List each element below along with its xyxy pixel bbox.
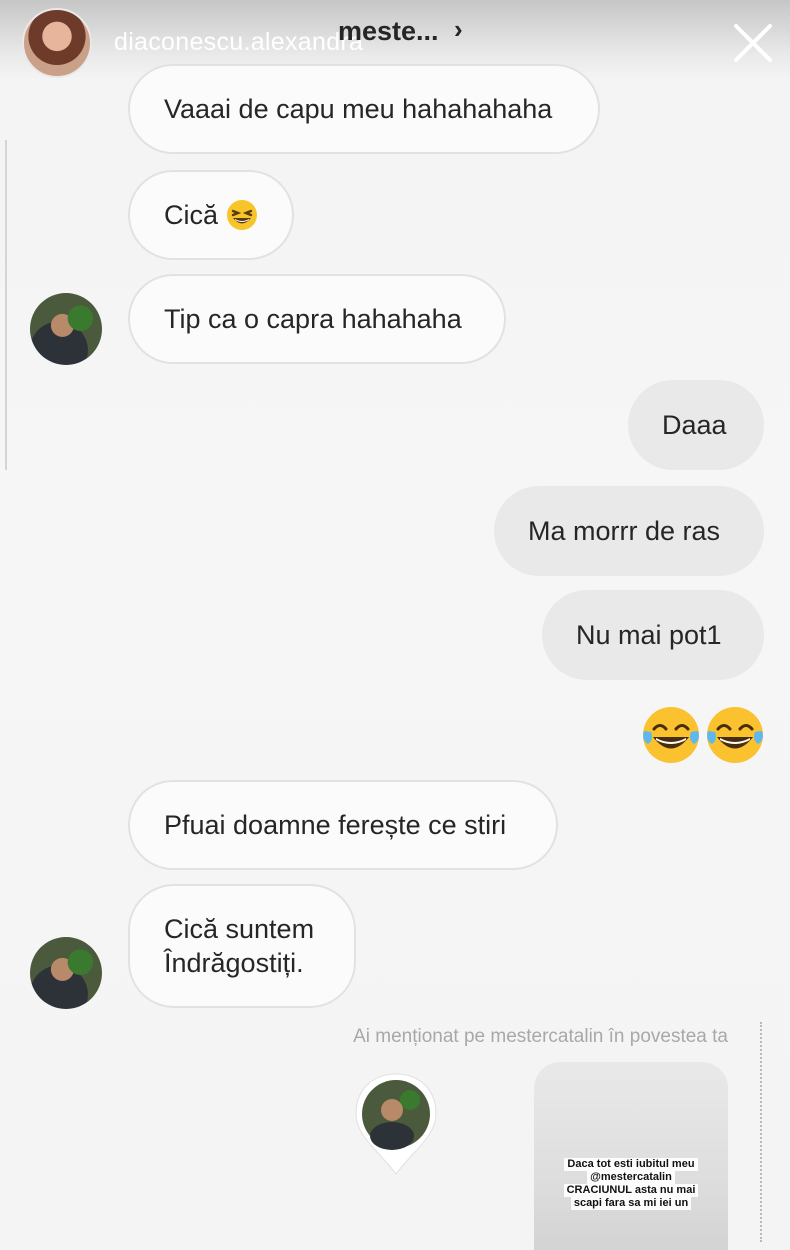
message-bubble-incoming[interactable]: Vaaai de capu meu hahahahaha [128, 64, 600, 154]
chat-title[interactable]: meste... [338, 16, 439, 47]
story-owner-avatar[interactable] [22, 8, 92, 78]
message-text: Vaaai de capu meu hahahahaha [164, 94, 553, 124]
message-text-line: Cică suntem [164, 914, 315, 944]
story-mention-note: Ai menționat pe mestercatalin în poveste… [353, 1026, 728, 1047]
story-caption-line: scapi fara sa mi iei un [570, 1197, 692, 1210]
face-with-tears-of-joy-icon [707, 707, 763, 763]
divider [760, 1022, 762, 1242]
divider [0, 140, 7, 470]
sender-avatar[interactable] [30, 937, 102, 1009]
message-bubble-outgoing[interactable]: Nu mai pot1 [542, 590, 764, 680]
story-owner-username[interactable]: diaconescu.alexandra [114, 28, 363, 57]
story-caption-line: @mestercatalin [587, 1171, 675, 1184]
message-text: Daaa [662, 410, 727, 440]
mention-pin-avatar[interactable] [352, 1070, 440, 1180]
message-bubble-incoming[interactable]: Pfuai doamne ferește ce stiri [128, 780, 558, 870]
message-text-line: Îndrăgostiți. [164, 948, 304, 978]
message-text: Pfuai doamne ferește ce stiri [164, 810, 507, 840]
emoji-message[interactable] [640, 702, 766, 768]
message-bubble-outgoing[interactable]: Ma morrr de ras [494, 486, 764, 576]
message-bubble-outgoing[interactable]: Daaa [628, 380, 764, 470]
story-caption-line: CRACIUNUL asta nu mai [563, 1184, 699, 1197]
story-caption-line: Daca tot esti iubitul meu [564, 1158, 698, 1171]
message-bubble-incoming[interactable]: Tip ca o capra hahahaha [128, 274, 506, 364]
face-with-tears-of-joy-icon [643, 707, 699, 763]
chevron-right-icon[interactable]: › [454, 14, 463, 45]
message-text: Nu mai pot1 [576, 620, 722, 650]
grinning-squinting-face-icon [227, 200, 258, 230]
message-text: Ma morrr de ras [528, 516, 721, 546]
message-bubble-incoming[interactable]: Cică [128, 170, 294, 260]
message-bubble-incoming[interactable]: Cică suntem Îndrăgostiți. [128, 884, 356, 1008]
close-icon[interactable] [730, 20, 776, 66]
sender-avatar[interactable] [30, 293, 102, 365]
message-text: Cică [164, 200, 219, 230]
message-text: Tip ca o capra hahahaha [164, 304, 462, 334]
story-caption: Daca tot esti iubitul meu @mestercatalin… [534, 1158, 728, 1210]
story-preview-card[interactable]: Daca tot esti iubitul meu @mestercatalin… [534, 1062, 728, 1250]
